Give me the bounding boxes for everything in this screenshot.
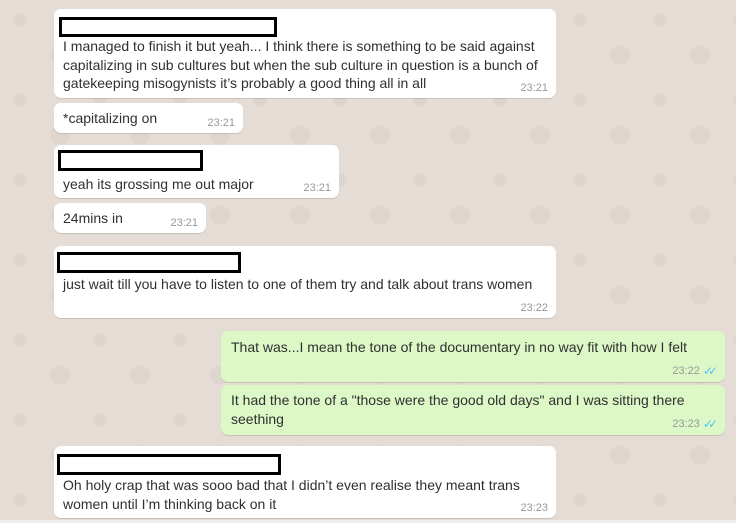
incoming-message[interactable]: just wait till you have to listen to one… <box>54 246 556 318</box>
message-text: 24mins in <box>63 210 123 226</box>
incoming-message[interactable]: 24mins in 23:21 <box>54 203 206 233</box>
outgoing-message[interactable]: That was...I mean the tone of the docume… <box>221 331 725 382</box>
message-time: 23:22 <box>520 302 548 314</box>
redacted-sender-name <box>57 252 241 273</box>
message-time: 23:21 <box>207 117 235 129</box>
message-text: That was...I mean the tone of the docume… <box>231 339 688 355</box>
message-text: I managed to finish it but yeah... I thi… <box>63 38 538 91</box>
message-time: 23:23 <box>520 502 548 514</box>
message-text: *capitalizing on <box>63 110 158 126</box>
incoming-message[interactable]: I managed to finish it but yeah... I thi… <box>54 9 556 98</box>
message-time: 23:21 <box>520 82 548 94</box>
time-label: 23:23 <box>672 418 700 430</box>
redacted-sender-name <box>58 150 203 171</box>
message-text: Oh holy crap that was sooo bad that I di… <box>63 477 520 512</box>
redacted-sender-name <box>57 454 281 475</box>
message-time: 23:23 ✓✓ <box>672 417 718 431</box>
double-check-icon: ✓✓ <box>702 417 718 431</box>
incoming-message[interactable]: Oh holy crap that was sooo bad that I di… <box>54 446 556 518</box>
message-text: It had the tone of a "those were the goo… <box>231 392 685 427</box>
incoming-message[interactable]: *capitalizing on 23:21 <box>54 103 243 133</box>
message-time: 23:22 ✓✓ <box>672 364 718 378</box>
message-time: 23:21 <box>303 182 331 194</box>
message-text: yeah its grossing me out major <box>63 176 254 192</box>
redacted-sender-name <box>59 17 277 37</box>
incoming-message[interactable]: yeah its grossing me out major 23:21 <box>54 145 339 198</box>
double-check-icon: ✓✓ <box>702 364 718 378</box>
message-time: 23:21 <box>170 217 198 229</box>
message-text: just wait till you have to listen to one… <box>63 276 533 292</box>
time-label: 23:22 <box>672 365 700 377</box>
outgoing-message[interactable]: It had the tone of a "those were the goo… <box>221 385 725 435</box>
